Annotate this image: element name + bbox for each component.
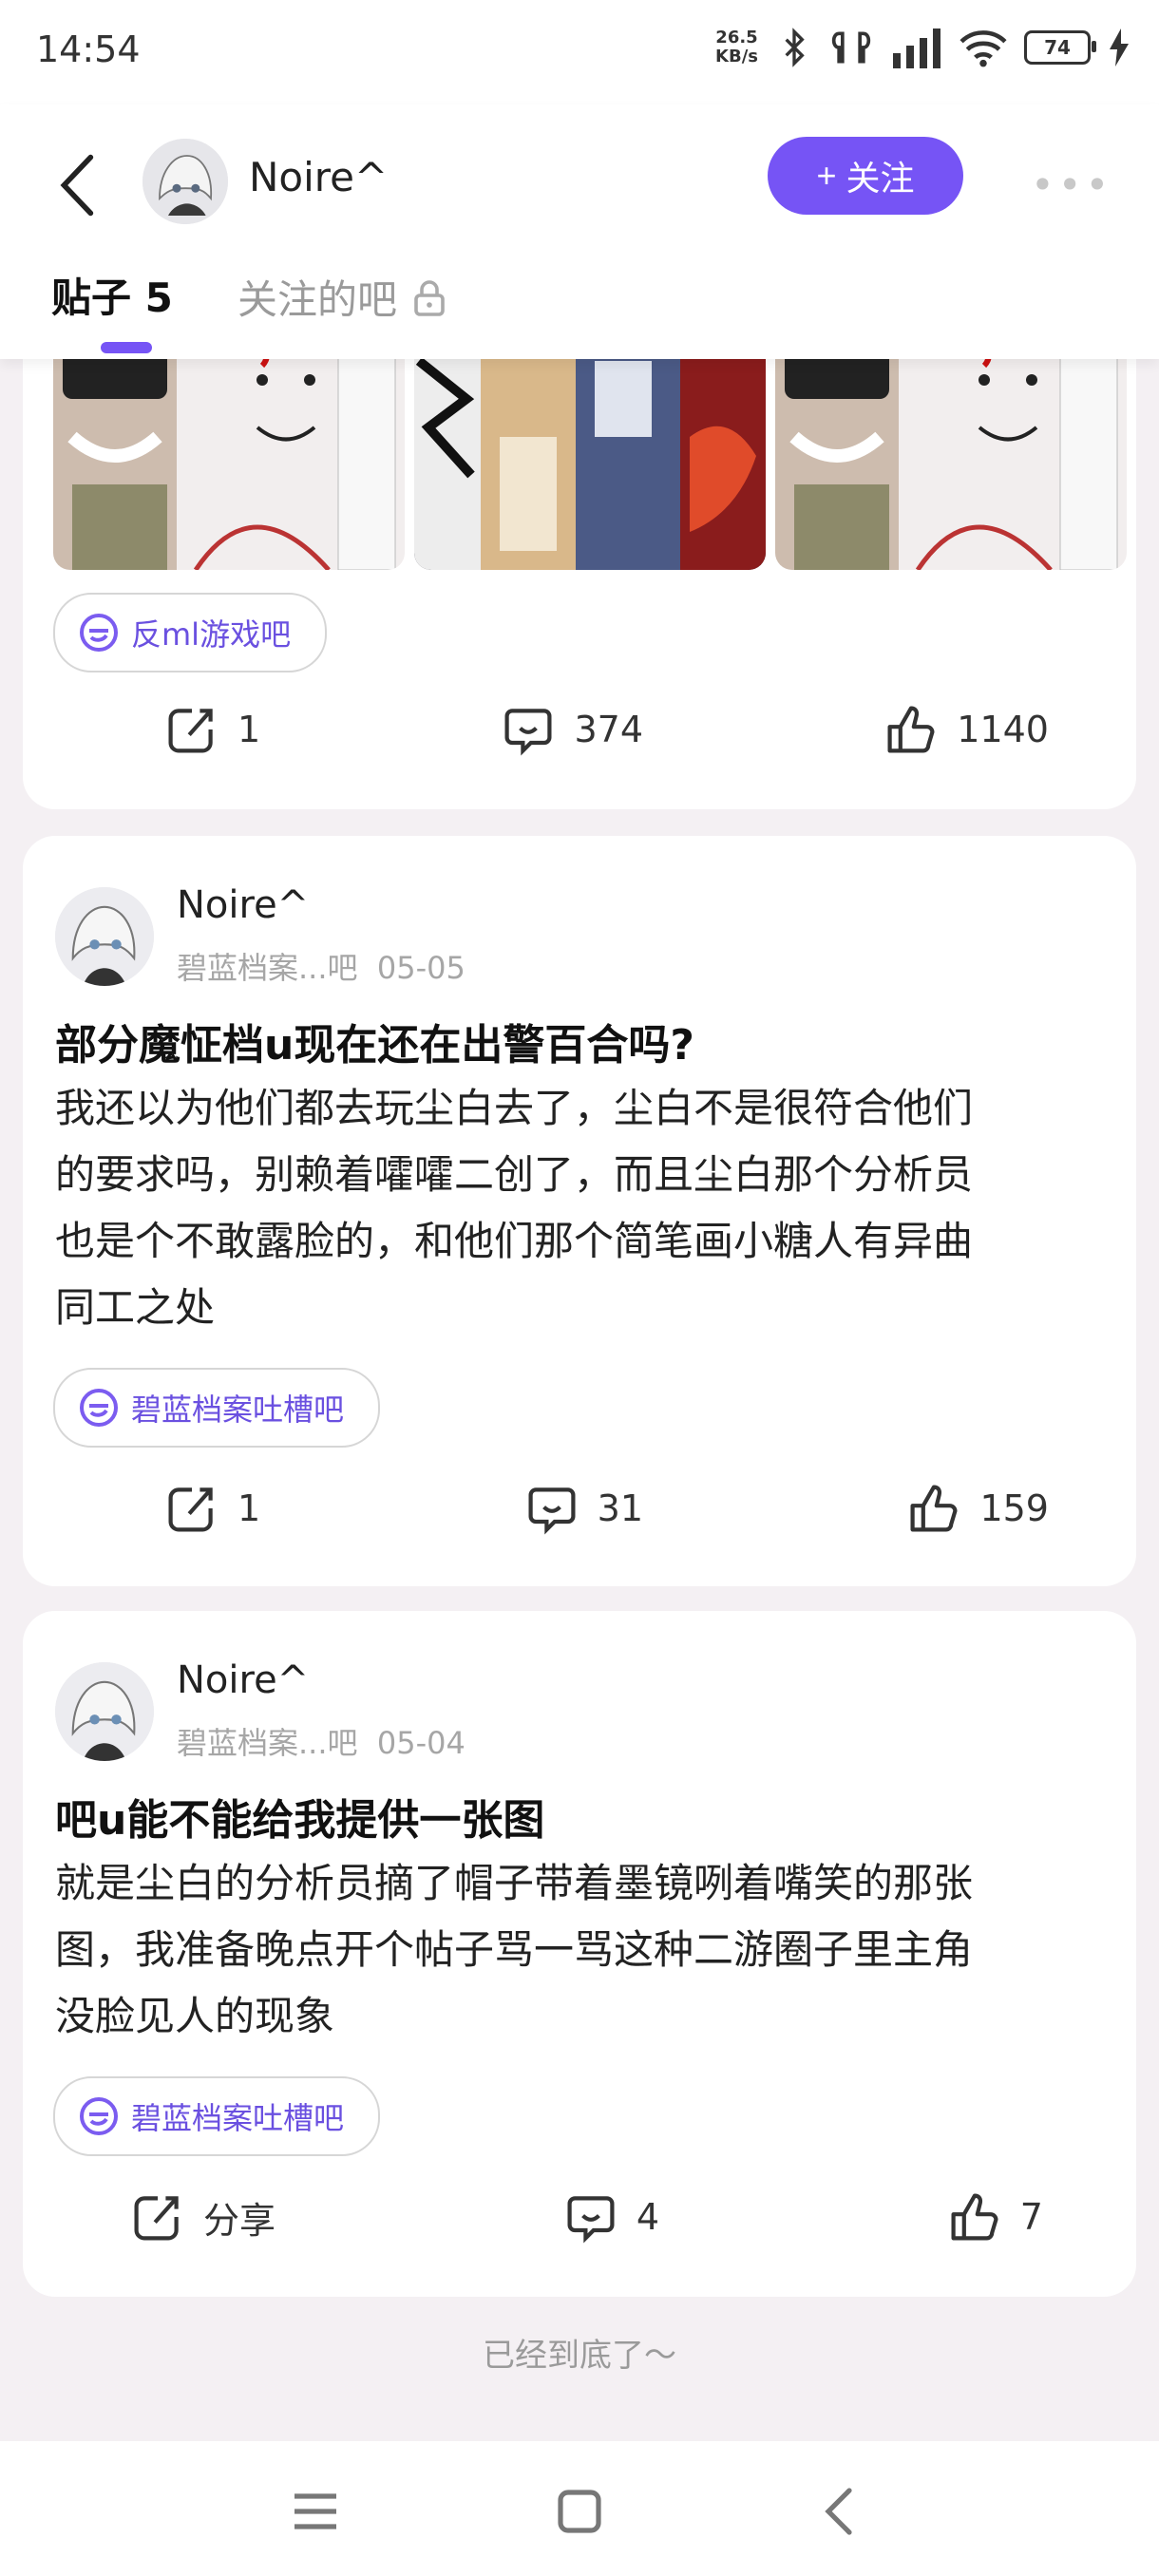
share-count: 1 [238,1487,261,1529]
share-icon [168,1487,213,1532]
avatar[interactable] [55,887,154,986]
tab-indicator [101,342,152,353]
post-image-grid [53,323,1127,570]
profile-username: Noire^ [249,154,389,200]
post-body[interactable]: 就是尘白的分析员摘了帽子带着墨镜咧着嘴笑的那张 图，我准备晚点开个帖子骂一骂这种… [55,1850,1110,2050]
post-actions: 1 374 1140 [165,703,1049,756]
back-nav-icon[interactable] [813,2483,870,2540]
bar-tag-label: 碧蓝档案吐槽吧 [131,1392,345,1428]
share-button[interactable]: 分享 [131,2190,276,2244]
bar-tag-label: 碧蓝档案吐槽吧 [131,2100,345,2136]
charging-icon [1110,28,1129,66]
end-of-list-text: 已经到底了～ [483,2337,676,2375]
comment-icon [504,709,552,756]
battery-icon: 74 [1024,30,1096,65]
system-nav-bar [0,2441,1159,2576]
thumbs-up-icon [910,1485,958,1532]
wifi-icon [960,30,1007,67]
tab-posts[interactable]: 贴子 5 [51,266,173,324]
menu-icon[interactable] [287,2483,344,2540]
battery-level: 74 [1044,36,1071,59]
bar-tag[interactable]: 碧蓝档案吐槽吧 [53,1368,381,1448]
post-body[interactable]: 我还以为他们都去玩尘白去了，尘白不是很符合他们 的要求吗，别赖着嚯嚯二创了，而且… [55,1075,1110,1341]
post-image[interactable] [775,323,1127,570]
thumbs-up-icon [887,706,935,753]
post-body-line: 的要求吗，别赖着嚯嚯二创了，而且尘白那个分析员 [55,1151,974,1198]
post-meta: 碧蓝档案...吧 05-05 [177,944,466,988]
network-speed-value: 26.5 [715,28,758,47]
profile-header: Noire^ + 关注 ••• 贴子 5 关注的吧 [0,104,1159,359]
bar-logo-icon [80,1389,118,1427]
share-button[interactable]: 1 [165,703,260,756]
post-body-line: 图，我准备晚点开个帖子骂一骂这种二游圈子里主角 [55,1926,974,1973]
comment-icon [567,2196,615,2244]
like-button[interactable]: 1140 [884,703,1049,756]
status-bar: 14:54 26.5 KB/s 74 [0,0,1159,104]
comment-button[interactable]: 4 [564,2190,659,2244]
post-body-line: 没脸见人的现象 [55,1993,335,2039]
post-image[interactable] [414,323,766,570]
share-button[interactable]: 1 [165,1482,260,1535]
status-time: 14:54 [36,28,141,70]
post-card[interactable]: Noire^ 碧蓝档案...吧 05-04 吧u能不能给我提供一张图 就是尘白的… [23,1611,1136,2297]
home-icon[interactable] [551,2483,608,2540]
status-icons: 26.5 KB/s 74 [715,27,1130,68]
post-date: 05-04 [376,1725,466,1761]
post-body-line: 同工之处 [55,1284,216,1331]
author-name[interactable]: Noire^ [177,1658,309,1702]
lock-icon [414,279,445,316]
post-meta: 碧蓝档案...吧 05-04 [177,1719,466,1763]
post-body-line: 我还以为他们都去玩尘白去了，尘白不是很符合他们 [55,1085,974,1131]
post-image[interactable] [53,323,405,570]
bar-tag[interactable]: 碧蓝档案吐槽吧 [53,2076,381,2156]
post-actions: 1 31 159 [165,1482,1049,1535]
post-card[interactable]: Noire^ 碧蓝档案...吧 05-05 部分魔怔档u现在还在出警百合吗? 我… [23,836,1136,1586]
bar-tag-label: 反ml游戏吧 [131,616,292,653]
thumbs-up-icon [951,2193,998,2241]
bar-logo-icon [80,2097,118,2135]
bar-tag[interactable]: 反ml游戏吧 [53,593,328,672]
comment-button[interactable]: 374 [502,703,643,756]
like-count: 1140 [957,709,1049,750]
signal-icon [893,28,940,68]
tab-followed-bars-label: 关注的吧 [238,276,398,323]
author-name[interactable]: Noire^ [177,883,309,927]
share-label: 分享 [203,2199,276,2242]
post-body-line: 就是尘白的分析员摘了帽子带着墨镜咧着嘴笑的那张 [55,1860,974,1906]
network-speed: 26.5 KB/s [715,28,758,66]
comment-count: 31 [597,1487,643,1529]
avatar[interactable] [55,1662,154,1761]
follow-button[interactable]: + 关注 [768,137,963,215]
bar-logo-icon [80,614,118,652]
tab-followed-bars[interactable]: 关注的吧 [238,268,446,326]
post-bar[interactable]: 碧蓝档案...吧 [177,950,358,986]
comment-button[interactable]: 31 [525,1482,643,1535]
post-actions: 分享 4 7 [131,2190,1043,2244]
plus-icon: + [816,156,837,195]
share-icon [168,709,213,753]
post-card[interactable]: 反ml游戏吧 1 374 1140 [23,323,1136,809]
more-icon[interactable]: ••• [1031,161,1112,208]
post-title[interactable]: 部分魔怔档u现在还在出警百合吗? [55,1011,694,1071]
follow-label: 关注 [846,159,915,198]
avatar[interactable] [142,139,228,224]
post-date: 05-05 [376,950,466,986]
post-body-line: 也是个不敢露脸的，和他们那个简笔画小糖人有异曲 [55,1218,974,1264]
like-button[interactable]: 159 [907,1482,1049,1535]
post-title[interactable]: 吧u能不能给我提供一张图 [55,1786,544,1847]
earbuds-icon [831,31,871,64]
comment-icon [528,1487,576,1535]
comment-count: 4 [636,2196,659,2238]
comment-count: 374 [574,709,643,750]
share-count: 1 [238,709,261,750]
like-count: 159 [979,1487,1049,1529]
share-icon [134,2196,179,2241]
network-speed-unit: KB/s [715,47,758,66]
back-icon[interactable] [52,152,100,218]
like-button[interactable]: 7 [948,2190,1043,2244]
bluetooth-icon [785,28,805,67]
post-bar[interactable]: 碧蓝档案...吧 [177,1725,358,1761]
like-count: 7 [1019,2196,1043,2238]
